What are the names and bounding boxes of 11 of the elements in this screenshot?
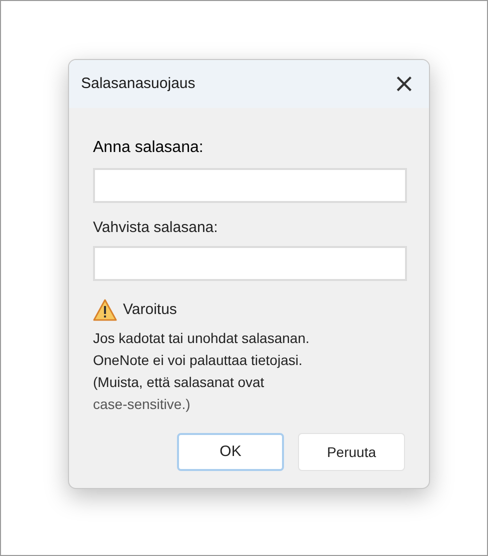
field-label: Anna salasana: xyxy=(93,138,204,158)
password-field[interactable] xyxy=(93,246,407,280)
ok-button[interactable]: OK xyxy=(177,433,284,471)
warning-message: Jos kadotat tai unohdat salasanan. OneNote ei voi palauttaa tietojasi. (Muista, että salasanat ovat case-sensitive.) xyxy=(93,329,310,414)
window-title: Salasanasuojaus xyxy=(81,74,196,94)
password-field[interactable] xyxy=(93,168,407,203)
cancel-button[interactable]: Peruuta xyxy=(298,433,405,471)
warning-icon xyxy=(93,298,117,321)
warning-title: Varoitus xyxy=(123,300,177,320)
close-button[interactable]: × xyxy=(393,71,415,97)
field-label: Vahvista salasana: xyxy=(93,218,219,238)
